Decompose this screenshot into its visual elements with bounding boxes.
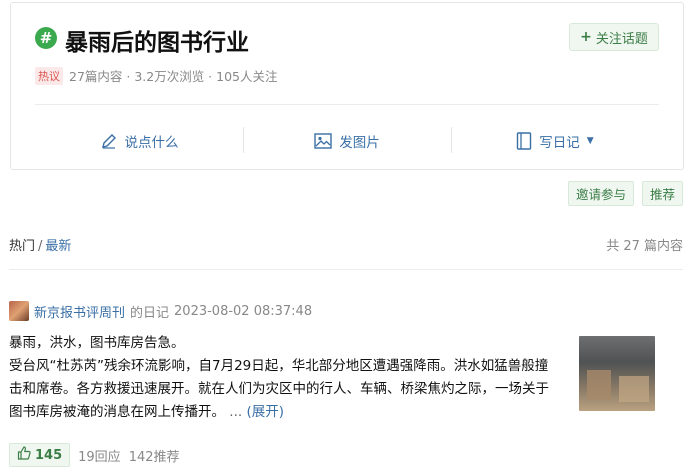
hash-icon: # [35, 27, 57, 49]
hot-badge: 热议 [35, 66, 63, 85]
notebook-icon [516, 132, 532, 150]
plus-icon: + [580, 29, 592, 45]
sort-latest-tab[interactable]: 最新 [45, 239, 71, 254]
follow-topic-label: 关注话题 [595, 31, 648, 47]
say-something-label: 说点什么 [124, 135, 179, 151]
avatar[interactable] [9, 301, 29, 321]
topic-stats: 27篇内容 · 3.2万次浏览 · 105人关注 [69, 69, 278, 84]
sort-bar: 热门 / 最新 共 27 篇内容 [9, 235, 683, 254]
like-count: 145 [35, 447, 63, 463]
reply-count[interactable]: 19回应 [78, 446, 121, 465]
tag-row: 邀请参与 推荐 [567, 181, 683, 206]
post-thumbnail[interactable] [579, 336, 655, 411]
follow-topic-button[interactable]: + 关注话题 [569, 23, 659, 51]
like-button[interactable]: 145 [9, 443, 71, 467]
topic-meta: 热议 27篇内容 · 3.2万次浏览 · 105人关注 [35, 66, 277, 85]
post-line-2: 受台风“杜苏芮”残余环流影响，自7月29日起，华北部分地区遭遇强降雨。洪水如猛兽… [9, 355, 561, 424]
divider [35, 104, 659, 105]
thumbs-up-icon [17, 446, 31, 464]
reshare-count[interactable]: 142推荐 [129, 446, 180, 465]
post-line-1: 暴雨，洪水，图书库房告急。 [9, 335, 185, 351]
post-image-label: 发图片 [339, 135, 380, 151]
sort-hot-tab[interactable]: 热门 [9, 239, 35, 254]
post-footer: 145 19回应 142推荐 [9, 443, 180, 467]
topic-title: 暴雨后的图书行业 [65, 30, 249, 56]
write-diary-label: 写日记 [539, 135, 580, 151]
chevron-down-icon: ▼ [586, 136, 594, 146]
pen-icon [100, 132, 118, 150]
say-something-button[interactable]: 说点什么 [35, 123, 243, 159]
action-bar: 说点什么 发图片 写日记 ▼ [35, 123, 659, 159]
post-ellipsis: ... [229, 404, 243, 420]
post-image-button[interactable]: 发图片 [243, 123, 451, 159]
expand-link[interactable]: (展开) [246, 404, 284, 420]
write-diary-button[interactable]: 写日记 ▼ [451, 123, 659, 159]
topic-card: # 暴雨后的图书行业 + 关注话题 热议 27篇内容 · 3.2万次浏览 · 1… [10, 2, 684, 170]
divider [9, 269, 683, 270]
recommend-button[interactable]: 推荐 [641, 181, 683, 206]
sort-separator: / [38, 239, 43, 254]
post-header: 新京报书评周刊 的日记 2023-08-02 08:37:48 [9, 301, 312, 321]
post-time: 2023-08-02 08:37:48 [174, 303, 313, 319]
total-count: 共 27 篇内容 [606, 239, 683, 254]
post-body: 暴雨，洪水，图书库房告急。 受台风“杜苏芮”残余环流影响，自7月29日起，华北部… [9, 332, 561, 424]
post-type: 的日记 [130, 305, 170, 321]
post-author[interactable]: 新京报书评周刊 [34, 302, 125, 321]
image-icon [314, 133, 332, 149]
invite-button[interactable]: 邀请参与 [567, 181, 634, 206]
